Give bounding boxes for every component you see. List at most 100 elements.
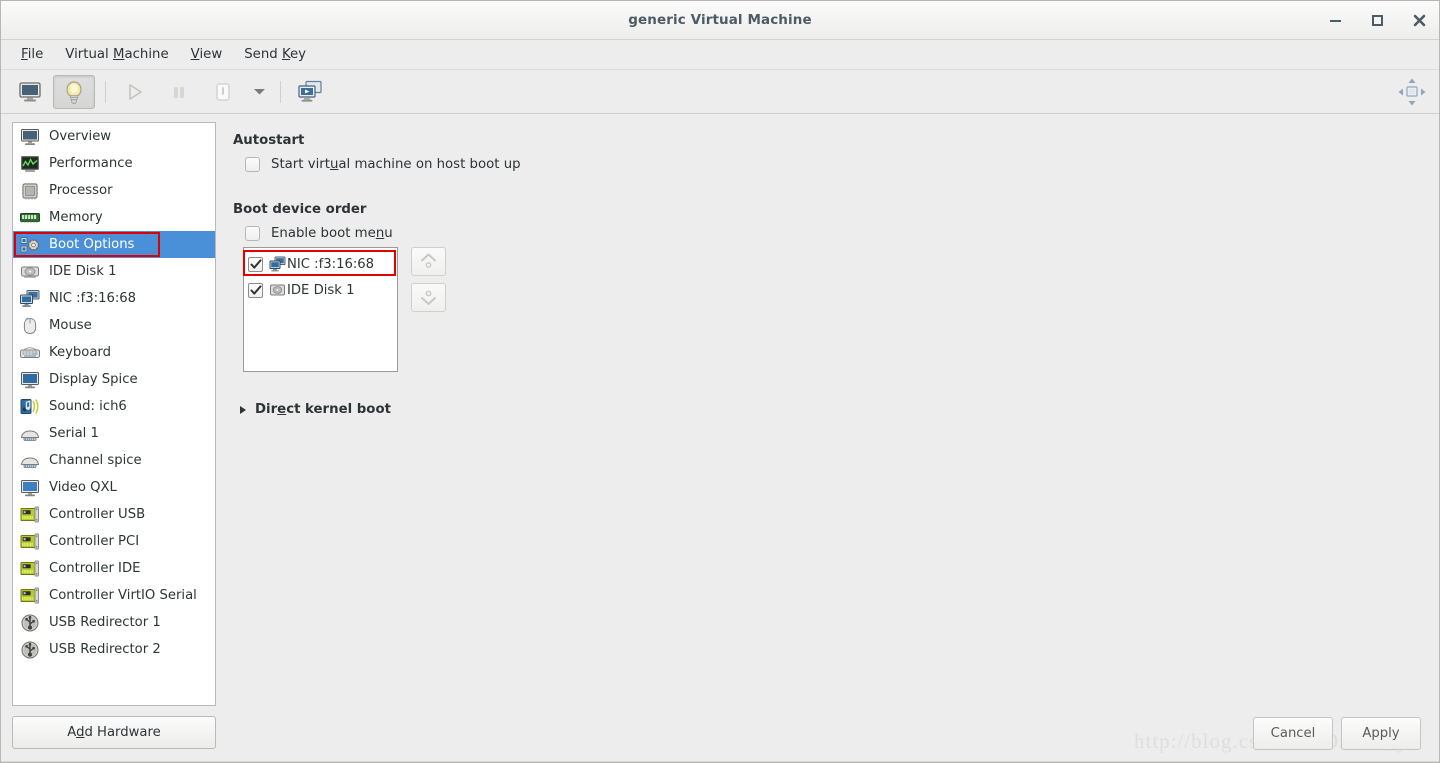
sidebar-item-boot-options[interactable]: Boot Options <box>13 231 215 258</box>
lightbulb-icon <box>66 80 82 104</box>
sidebar-item-channel-spice[interactable]: Channel spice <box>13 447 215 474</box>
snapshots-button[interactable] <box>289 75 331 109</box>
hardware-list[interactable]: Overview Performance Processor Memory Boot O… <box>12 122 216 706</box>
sidebar-item-sound-ich6[interactable]: Sound: ich6 <box>13 393 215 420</box>
disk-icon <box>269 282 286 298</box>
chevron-down-double-icon <box>421 290 436 305</box>
pause-button[interactable] <box>158 75 200 109</box>
network-icon <box>269 256 286 272</box>
sidebar-item-label: Controller PCI <box>49 534 140 549</box>
sidebar-item-controller-ide[interactable]: Controller IDE <box>13 555 215 582</box>
sidebar-item-display-spice[interactable]: Display Spice <box>13 366 215 393</box>
sidebar-item-performance[interactable]: Performance <box>13 150 215 177</box>
toolbar-separator-2 <box>280 80 281 103</box>
virt-manager-window: generic Virtual Machine File Virtual Mac… <box>0 0 1440 763</box>
sidebar-item-keyboard[interactable]: Keyboard <box>13 339 215 366</box>
console-view-button[interactable] <box>9 75 51 109</box>
menu-send-key[interactable]: Send Key <box>233 44 317 65</box>
sidebar-item-usb-redirector-2[interactable]: USB Redirector 2 <box>13 636 215 663</box>
boot-order-buttons <box>411 247 446 312</box>
sidebar-item-label: Sound: ich6 <box>49 399 127 414</box>
sidebar-item-usb-redirector-1[interactable]: USB Redirector 1 <box>13 609 215 636</box>
enable-boot-menu-checkbox[interactable] <box>245 226 260 241</box>
boot-options-icon <box>19 235 41 255</box>
boot-device-label: NIC :f3:16:68 <box>287 256 375 272</box>
minimize-button[interactable] <box>1325 11 1345 31</box>
enable-boot-menu-row[interactable]: Enable boot menu <box>245 226 1439 241</box>
boot-device-label: IDE Disk 1 <box>287 282 355 298</box>
window-controls <box>1325 1 1429 40</box>
sidebar-item-label: USB Redirector 1 <box>49 615 161 630</box>
toolbar-separator-1 <box>105 80 106 103</box>
close-button[interactable] <box>1409 11 1429 31</box>
add-hardware-wrap: Add Hardware <box>12 706 216 749</box>
boot-device-list[interactable]: NIC :f3:16:68 IDE Disk 1 <box>243 247 398 372</box>
sidebar-item-video-qxl[interactable]: Video QXL <box>13 474 215 501</box>
play-icon <box>129 83 142 100</box>
controller-icon <box>19 586 41 606</box>
sidebar-item-label: Display Spice <box>49 372 138 387</box>
sidebar-item-label: Performance <box>49 156 133 171</box>
autostart-checkbox[interactable] <box>245 157 260 172</box>
sidebar-item-memory[interactable]: Memory <box>13 204 215 231</box>
resize-to-vm-button[interactable] <box>1395 75 1429 109</box>
sidebar-item-controller-usb[interactable]: Controller USB <box>13 501 215 528</box>
boot-options-panel: Autostart Start virtual machine on host … <box>216 114 1439 762</box>
apply-button[interactable]: Apply <box>1341 717 1421 750</box>
controller-icon <box>19 532 41 552</box>
boot-device-row-nic[interactable]: NIC :f3:16:68 <box>243 250 397 277</box>
sidebar-item-label: Overview <box>49 129 112 144</box>
sidebar-item-label: USB Redirector 2 <box>49 642 161 657</box>
chevron-up-double-icon <box>421 253 436 268</box>
menu-file[interactable]: File <box>10 44 54 65</box>
usb-icon <box>19 640 41 660</box>
checkmark-icon <box>250 258 261 269</box>
dialog-buttons: Cancel Apply <box>1253 717 1421 750</box>
boot-device-row-ide[interactable]: IDE Disk 1 <box>244 277 397 303</box>
sidebar-item-controller-pci[interactable]: Controller PCI <box>13 528 215 555</box>
sidebar-item-label: Mouse <box>49 318 92 333</box>
run-button[interactable] <box>114 75 156 109</box>
boot-device-checkbox[interactable] <box>248 256 263 272</box>
details-view-button[interactable] <box>53 74 95 109</box>
move-up-button[interactable] <box>411 247 446 276</box>
direct-kernel-boot-label: Direct kernel boot <box>255 402 391 417</box>
direct-kernel-boot-expander[interactable]: Direct kernel boot <box>240 402 1439 417</box>
cancel-button[interactable]: Cancel <box>1253 717 1333 750</box>
sidebar-item-label: Boot Options <box>49 237 135 252</box>
menu-virtual-machine[interactable]: Virtual Machine <box>54 44 179 65</box>
shutdown-button[interactable] <box>202 75 244 109</box>
sidebar-item-processor[interactable]: Processor <box>13 177 215 204</box>
move-down-button[interactable] <box>411 283 446 312</box>
add-hardware-label: Add Hardware <box>67 725 161 740</box>
sidebar-item-nic-f3-16-68[interactable]: NIC :f3:16:68 <box>13 285 215 312</box>
autostart-checkbox-row[interactable]: Start virtual machine on host boot up <box>245 157 1439 172</box>
serial-icon <box>19 424 41 444</box>
sidebar-item-ide-disk-1[interactable]: IDE Disk 1 <box>13 258 215 285</box>
autostart-checkbox-label: Start virtual machine on host boot up <box>271 157 521 172</box>
add-hardware-button[interactable]: Add Hardware <box>12 716 216 749</box>
autostart-heading: Autostart <box>233 133 305 148</box>
sidebar-item-serial-1[interactable]: Serial 1 <box>13 420 215 447</box>
boot-device-checkbox[interactable] <box>248 282 263 298</box>
chart-icon <box>19 154 41 174</box>
shutdown-menu-button[interactable] <box>246 75 272 109</box>
video-icon <box>19 478 41 498</box>
maximize-button[interactable] <box>1367 11 1387 31</box>
titlebar: generic Virtual Machine <box>1 1 1439 40</box>
triangle-right-icon <box>240 405 246 414</box>
bottom-edge <box>1 761 1439 762</box>
monitor-icon <box>19 81 41 101</box>
sidebar-item-label: Keyboard <box>49 345 111 360</box>
sidebar-item-label: Controller USB <box>49 507 146 522</box>
sidebar-item-mouse[interactable]: Mouse <box>13 312 215 339</box>
sidebar-item-controller-virtio-serial[interactable]: Controller VirtIO Serial <box>13 582 215 609</box>
memory-icon <box>19 208 41 228</box>
sidebar-item-label: IDE Disk 1 <box>49 264 117 279</box>
menu-view[interactable]: View <box>180 44 234 65</box>
mouse-icon <box>19 316 41 336</box>
toolbar <box>1 70 1439 114</box>
resize-arrows-icon <box>1398 78 1426 106</box>
sidebar-item-overview[interactable]: Overview <box>13 123 215 150</box>
boot-order-heading: Boot device order <box>233 202 367 217</box>
